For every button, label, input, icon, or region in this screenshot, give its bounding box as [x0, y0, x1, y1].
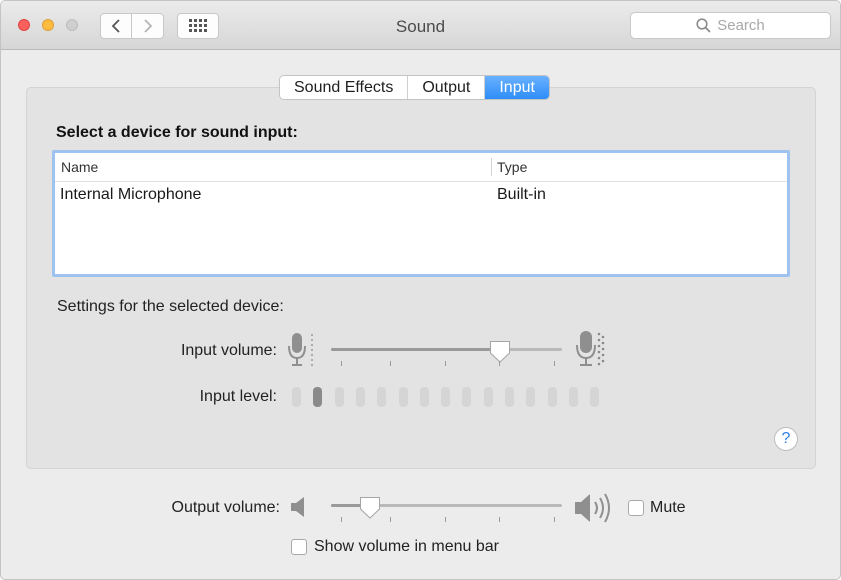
search-placeholder: Search — [717, 17, 765, 34]
microphone-low-icon — [288, 333, 313, 366]
input-volume-label: Input volume: — [180, 342, 277, 359]
input-level-segment — [526, 387, 536, 407]
show-volume-in-menu-bar-checkbox[interactable] — [291, 539, 307, 555]
output-volume-tick — [554, 517, 555, 522]
output-volume-tick — [341, 517, 342, 522]
search-input[interactable]: Search — [630, 12, 831, 39]
input-level-segment — [441, 387, 451, 407]
input-level-segment — [355, 387, 365, 407]
device-row-name[interactable]: Internal Microphone — [60, 186, 201, 204]
input-device-table[interactable]: Name Type Internal Microphone Built-in — [52, 150, 790, 277]
input-level-segment — [462, 387, 472, 407]
mute-label[interactable]: Mute — [650, 499, 686, 517]
input-panel — [26, 87, 816, 469]
header-divider — [55, 181, 787, 182]
input-level-segment — [292, 387, 301, 407]
input-volume-tick — [554, 361, 555, 366]
input-level-segment — [419, 387, 429, 407]
input-volume-tick — [390, 361, 391, 366]
input-level-segment — [547, 387, 557, 407]
column-header-name[interactable]: Name — [61, 153, 98, 181]
toolbar: Sound Search — [1, 1, 840, 50]
tab-output[interactable]: Output — [408, 76, 486, 99]
input-volume-slider[interactable] — [331, 348, 562, 351]
search-icon — [696, 18, 711, 33]
settings-label: Settings for the selected device: — [57, 298, 284, 315]
tab-sound-effects[interactable]: Sound Effects — [280, 76, 409, 99]
device-section-title: Select a device for sound input: — [56, 124, 298, 141]
column-divider — [491, 158, 492, 176]
sound-preferences-window: Sound Search Sound Effects Output Input … — [0, 0, 841, 580]
input-level-label: Input level: — [199, 388, 277, 405]
input-level-segment — [483, 387, 493, 407]
output-volume-tick — [499, 517, 500, 522]
show-volume-in-menu-bar-label[interactable]: Show volume in menu bar — [314, 538, 499, 556]
input-level-segment — [568, 387, 578, 407]
device-row-type[interactable]: Built-in — [497, 186, 546, 204]
input-volume-tick — [499, 361, 500, 366]
output-volume-tick — [390, 517, 391, 522]
input-level-segment — [377, 387, 387, 407]
help-button[interactable]: ? — [774, 427, 798, 451]
tab-bar: Sound Effects Output Input — [279, 75, 550, 100]
input-volume-tick — [445, 361, 446, 366]
column-header-type[interactable]: Type — [497, 153, 527, 181]
input-level-segment — [334, 387, 344, 407]
tab-input[interactable]: Input — [485, 76, 549, 99]
speaker-low-icon — [291, 497, 304, 517]
mute-checkbox[interactable] — [628, 500, 644, 516]
input-volume-tick — [341, 361, 342, 366]
input-volume-fill — [331, 348, 500, 351]
output-volume-label: Output volume: — [171, 499, 281, 516]
microphone-high-icon — [576, 331, 605, 366]
input-level-segment — [313, 387, 323, 407]
input-level-segment — [505, 387, 514, 407]
input-level-segment — [590, 387, 600, 407]
output-volume-tick — [445, 517, 446, 522]
input-level-segment — [398, 387, 408, 407]
speaker-high-icon — [575, 493, 610, 523]
output-volume-thumb[interactable] — [359, 496, 381, 520]
